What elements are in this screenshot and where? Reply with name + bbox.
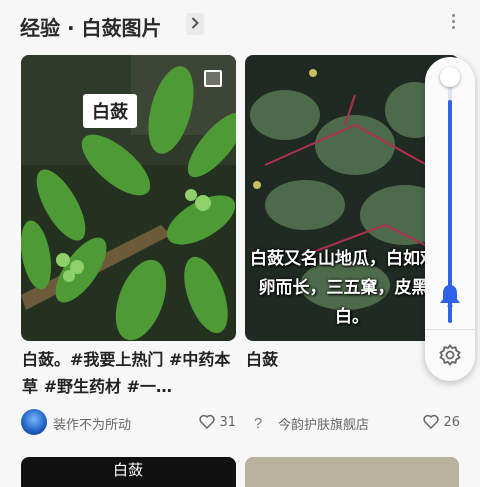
card-caption[interactable]: 白蔹。#我要上热门 #中药本草 #野生药材 #一… — [22, 346, 234, 400]
multi-image-icon — [204, 70, 222, 87]
card-meta: 装作不为所动 31 — [21, 409, 236, 435]
like-button[interactable]: 26 — [423, 414, 460, 430]
section-title[interactable]: 经验 · 白蔹图片 — [20, 12, 162, 41]
volume-panel — [425, 57, 475, 381]
feed-card[interactable] — [245, 457, 459, 487]
feed-card[interactable]: 白蔹 — [21, 55, 236, 341]
gear-icon[interactable] — [438, 343, 462, 367]
like-button[interactable]: 31 — [199, 414, 236, 430]
card-meta: ? 今韵护肤旗舰店 26 — [246, 409, 460, 435]
header: 经验 · 白蔹图片 — [0, 0, 480, 50]
author-name[interactable]: 今韵护肤旗舰店 — [278, 414, 369, 433]
heart-icon — [199, 414, 216, 430]
image-tag: 白蔹 — [83, 94, 137, 128]
like-count: 31 — [219, 415, 236, 430]
author-name[interactable]: 装作不为所动 — [53, 414, 131, 433]
feed-card[interactable]: 白蔹 — [21, 457, 236, 487]
bell-icon[interactable] — [438, 283, 462, 309]
like-count: 26 — [443, 415, 460, 430]
avatar[interactable] — [21, 409, 47, 435]
divider — [425, 329, 475, 330]
svg-text:?: ? — [254, 415, 262, 432]
more-options-icon[interactable] — [446, 11, 460, 35]
volume-slider-thumb[interactable] — [440, 67, 460, 87]
card-tag: 白蔹 — [113, 461, 144, 479]
heart-icon — [423, 414, 440, 430]
chevron-right-icon[interactable] — [186, 13, 204, 35]
avatar[interactable]: ? — [254, 412, 266, 432]
